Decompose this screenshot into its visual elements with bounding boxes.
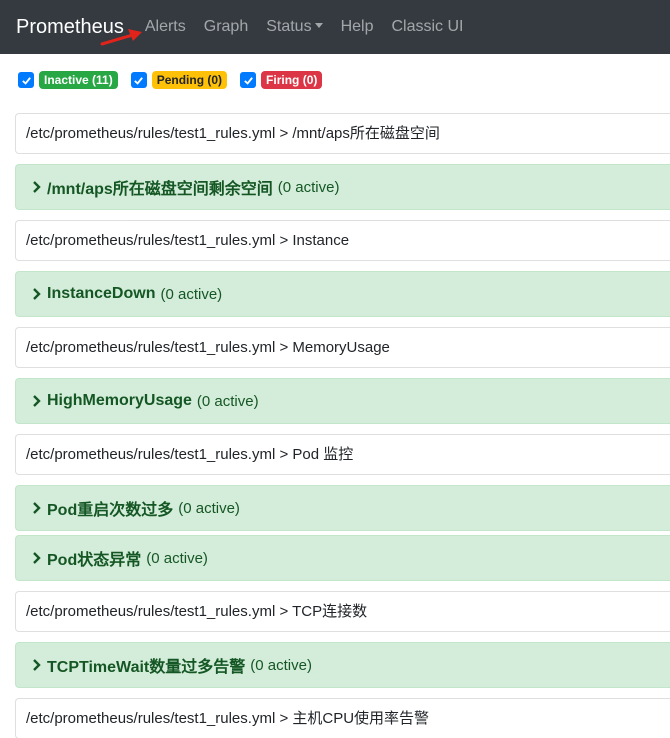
checkbox-pending[interactable] <box>130 72 147 88</box>
rule-active-count: (0 active) <box>250 656 312 674</box>
rule-name: HighMemoryUsage <box>47 392 192 409</box>
nav-classic-ui[interactable]: Classic UI <box>382 0 472 54</box>
check-icon <box>243 76 253 85</box>
badge-inactive: Inactive (11) <box>39 71 118 89</box>
chevron-right-icon <box>33 395 41 407</box>
rule-name: TCPTimeWait数量过多告警 <box>47 659 246 676</box>
nav-status-label: Status <box>266 18 312 35</box>
nav-graph[interactable]: Graph <box>195 0 257 54</box>
nav-status[interactable]: Status <box>257 0 331 54</box>
red-arrow-annotation <box>100 29 142 46</box>
filter-firing[interactable]: Firing (0) <box>240 71 323 89</box>
alert-rule-row[interactable]: TCPTimeWait数量过多告警 (0 active) <box>15 642 670 688</box>
nav-help[interactable]: Help <box>332 0 383 54</box>
alert-rule-row[interactable]: Pod状态异常 (0 active) <box>15 535 670 581</box>
rule-group-header: /etc/prometheus/rules/test1_rules.yml > … <box>15 220 670 261</box>
badge-firing: Firing (0) <box>261 71 323 89</box>
rule-name: Pod状态异常 <box>47 552 142 569</box>
chevron-right-icon <box>33 181 41 193</box>
checkbox-inactive[interactable] <box>18 72 34 88</box>
alert-rule-row[interactable]: InstanceDown (0 active) <box>15 271 670 317</box>
checkbox-firing[interactable] <box>240 72 257 88</box>
rule-active-count: (0 active) <box>178 499 240 517</box>
rule-name: /mnt/aps所在磁盘空间剩余空间 <box>47 181 273 198</box>
chevron-right-icon <box>33 659 41 671</box>
filter-inactive[interactable]: Inactive (11) <box>18 71 118 89</box>
rule-active-count: (0 active) <box>160 285 223 303</box>
rule-group-header: /etc/prometheus/rules/test1_rules.yml > … <box>15 698 670 738</box>
rule-group-header: /etc/prometheus/rules/test1_rules.yml > … <box>15 591 670 632</box>
rule-active-count: (0 active) <box>277 178 340 196</box>
chevron-right-icon <box>33 502 41 514</box>
chevron-right-icon <box>33 552 41 564</box>
chevron-right-icon <box>33 288 41 300</box>
rule-name: InstanceDown <box>47 285 156 302</box>
rule-group-header: /etc/prometheus/rules/test1_rules.yml > … <box>15 327 670 368</box>
rule-group-header: /etc/prometheus/rules/test1_rules.yml > … <box>15 113 670 154</box>
alert-rule-row[interactable]: HighMemoryUsage (0 active) <box>15 378 670 424</box>
check-icon <box>134 76 144 85</box>
rule-active-count: (0 active) <box>196 392 259 410</box>
filter-pending[interactable]: Pending (0) <box>130 71 228 89</box>
chevron-down-icon <box>314 23 323 28</box>
rule-group-header: /etc/prometheus/rules/test1_rules.yml > … <box>15 434 670 475</box>
rule-active-count: (0 active) <box>146 549 208 567</box>
alert-rule-row[interactable]: Pod重启次数过多 (0 active) <box>15 485 670 531</box>
alert-rule-row[interactable]: /mnt/aps所在磁盘空间剩余空间 (0 active) <box>15 164 670 210</box>
badge-pending: Pending (0) <box>151 71 228 89</box>
filter-bar: Inactive (11) Pending (0) Firing (0) <box>18 71 335 89</box>
rule-name: Pod重启次数过多 <box>47 502 174 519</box>
check-icon <box>21 76 31 85</box>
